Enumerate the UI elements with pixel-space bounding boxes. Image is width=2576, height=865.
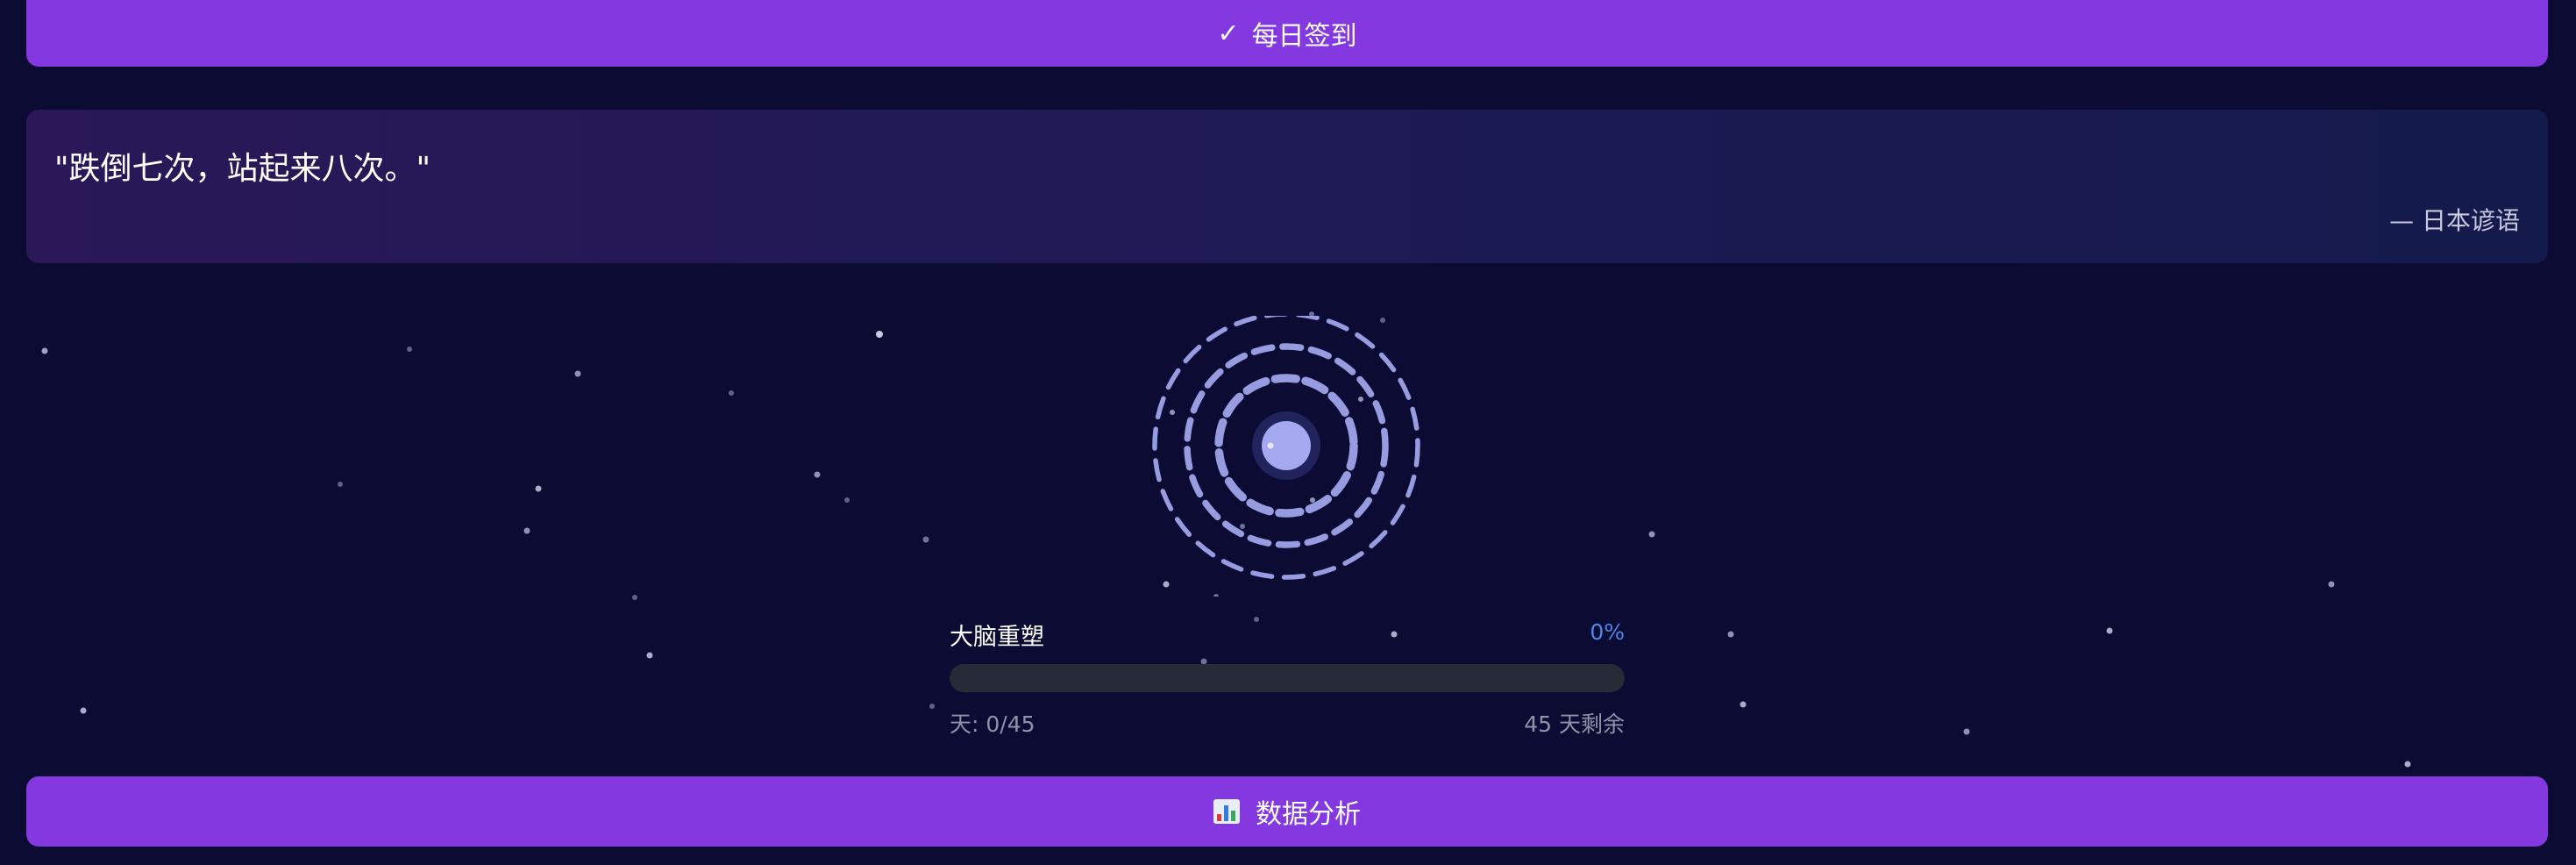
progress-label: 大脑重塑	[950, 624, 1044, 651]
data-analysis-label: 数据分析	[1256, 799, 1361, 830]
bar-chart-icon	[1213, 799, 1240, 824]
days-count: 天: 0/45	[950, 711, 1035, 737]
brain-orb-icon	[1152, 316, 1420, 597]
progress-bar	[950, 664, 1625, 692]
progress-percent: 0%	[1590, 619, 1625, 645]
data-analysis-button[interactable]: 数据分析	[26, 776, 2548, 847]
days-remaining: 45 天剩余	[1524, 711, 1625, 737]
